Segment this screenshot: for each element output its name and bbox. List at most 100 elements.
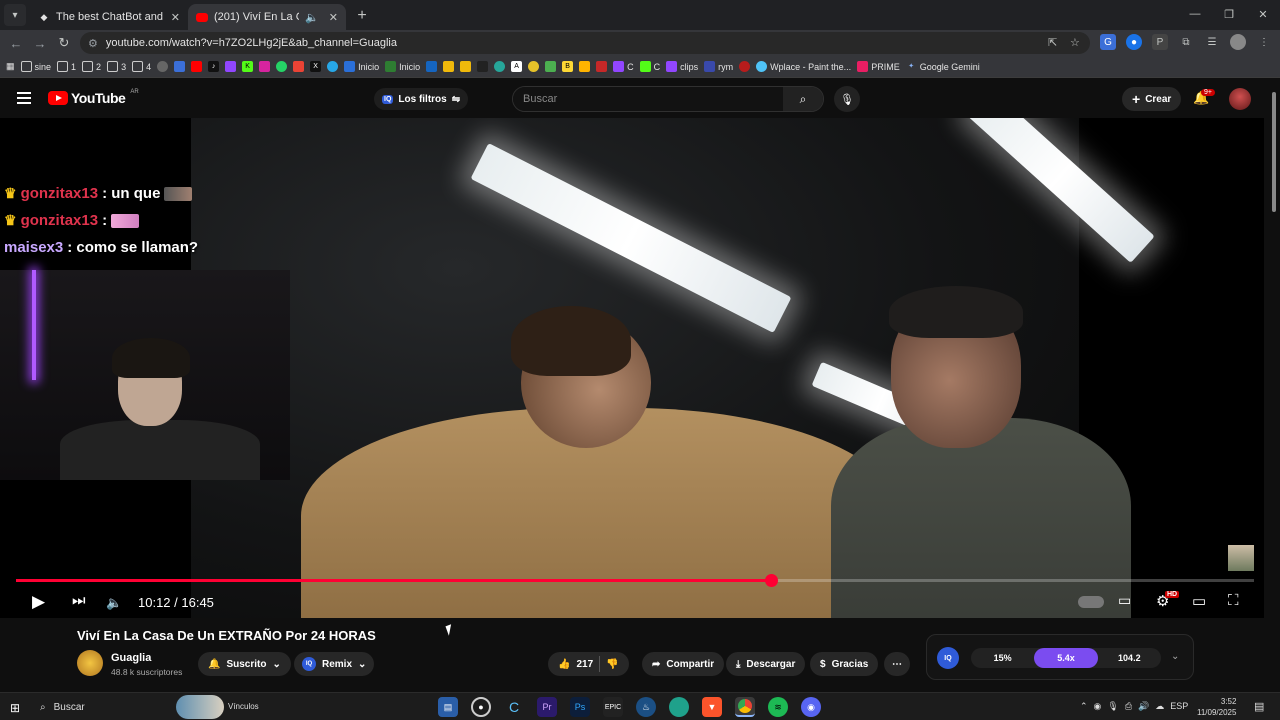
bookmark-folder-sine[interactable]: sine — [20, 61, 51, 72]
progress-bar[interactable] — [16, 574, 1254, 587]
scrollbar-thumb[interactable] — [1272, 92, 1276, 212]
extensions-puzzle-icon[interactable]: ⧉ — [1178, 34, 1194, 50]
epic-games-icon[interactable]: EPIC — [603, 697, 623, 717]
printer-tray-icon[interactable]: ⎙ — [1125, 701, 1132, 712]
widgets-button[interactable] — [176, 695, 224, 719]
volume-tray-icon[interactable]: 🔊 — [1138, 701, 1149, 712]
video-player[interactable]: ♛ gonzitax13 : un que ♛ gonzitax13 : mai… — [0, 118, 1264, 618]
taskbar-clock[interactable]: 3:52 11/09/2025 — [1197, 696, 1236, 718]
account-avatar[interactable] — [1229, 88, 1251, 110]
bookmark-folder-2[interactable]: 2 — [82, 61, 101, 72]
blue-extension-icon[interactable]: ● — [1126, 34, 1142, 50]
voice-search-button[interactable]: 🎙 — [834, 86, 860, 112]
windows-start-icon[interactable]: ⊞ — [10, 701, 20, 715]
bookmark-gemini[interactable]: ✦ Google Gemini — [906, 61, 979, 72]
iq-option-value[interactable]: 104.2 — [1098, 648, 1161, 668]
theater-mode-icon[interactable]: ▭ — [1192, 592, 1206, 610]
bookmark-folder-4[interactable]: 4 — [132, 61, 151, 72]
bookmark-icons[interactable]: ♪ K X — [157, 61, 339, 72]
bookmark-inicio-2[interactable]: Inicio — [385, 61, 420, 72]
new-tab-button[interactable]: + — [350, 4, 374, 28]
notification-center-icon[interactable]: ▤ — [1254, 700, 1264, 713]
close-window-button[interactable]: ✕ — [1246, 0, 1280, 28]
brave-icon[interactable]: ▼ — [702, 697, 722, 717]
cloud-tray-icon[interactable]: ☁ — [1155, 701, 1164, 712]
reading-list-icon[interactable]: ☰ — [1204, 34, 1220, 50]
bookmark-clips[interactable]: clips — [666, 61, 698, 72]
chevron-down-icon[interactable]: ⌄ — [1171, 651, 1179, 662]
taskbar-links[interactable]: Vínculos — [228, 702, 259, 711]
youtube-logo[interactable]: YouTube AR — [48, 89, 139, 106]
bookmark-red-circle[interactable] — [739, 61, 751, 72]
more-actions-button[interactable]: ⋯ — [884, 652, 910, 676]
mute-tab-icon[interactable]: 🔈 — [305, 11, 319, 24]
bookmark-wplace[interactable]: Wplace - Paint the... — [756, 61, 851, 72]
address-bar[interactable]: ⚙ youtube.com/watch?v=h7ZO2LHg2jE&ab_cha… — [80, 32, 1090, 54]
subscribed-button[interactable]: 🔔 Suscrito ⌄ — [198, 652, 291, 676]
chrome-icon[interactable] — [735, 697, 755, 717]
obs-icon[interactable]: ● — [471, 697, 491, 717]
close-tab-icon[interactable]: ✕ — [171, 11, 180, 24]
filters-button[interactable]: IQ Los filtros ⇋ — [374, 88, 469, 110]
close-tab-icon[interactable]: ✕ — [329, 11, 338, 24]
search-button[interactable]: ⌕ — [783, 87, 823, 111]
subtitles-icon[interactable]: ▭ — [1118, 592, 1131, 609]
page-scrollbar[interactable] — [1268, 80, 1280, 692]
site-info-icon[interactable]: ⚙ — [88, 37, 98, 50]
channel-watermark[interactable] — [1228, 545, 1254, 571]
search-input[interactable]: Buscar — [513, 87, 783, 111]
bookmark-star-icon[interactable]: ☆ — [1070, 36, 1080, 49]
clipchamp-icon[interactable]: C — [504, 697, 524, 717]
restore-button[interactable]: ❐ — [1212, 0, 1246, 28]
forward-button[interactable]: → — [28, 36, 52, 51]
steam-icon[interactable]: ♨ — [636, 697, 656, 717]
profile-avatar-icon[interactable] — [1230, 34, 1246, 50]
autoplay-toggle[interactable] — [1078, 596, 1104, 608]
bookmark-prime[interactable]: PRIME — [857, 61, 900, 72]
iq-option-speed[interactable]: 5.4x — [1034, 648, 1098, 668]
translate-extension-icon[interactable]: G — [1100, 34, 1116, 50]
show-hidden-icons-icon[interactable]: ⌃ — [1080, 701, 1088, 712]
create-button[interactable]: + Crear — [1122, 87, 1182, 111]
p-extension-icon[interactable]: P — [1152, 34, 1168, 50]
discord-tray-icon[interactable]: ◉ — [1094, 701, 1102, 712]
back-button[interactable]: ← — [4, 36, 28, 51]
share-button[interactable]: ➦ Compartir — [642, 652, 725, 676]
chrome-menu-icon[interactable]: ⋮ — [1256, 34, 1272, 50]
download-button[interactable]: ⤓ Descargar — [726, 652, 806, 676]
remix-button[interactable]: IQ Remix ⌄ — [294, 652, 375, 676]
tab-youtube[interactable]: (201) Viví En La Casa De Un 🔈 ✕ — [188, 4, 346, 30]
bookmark-c-2[interactable]: C — [639, 61, 660, 72]
edge-icon[interactable] — [669, 697, 689, 717]
thanks-button[interactable]: $ Gracias — [810, 652, 879, 676]
spotify-icon[interactable]: ≋ — [768, 697, 788, 717]
fullscreen-icon[interactable]: ⛶ — [1228, 592, 1239, 609]
minimize-button[interactable]: — — [1178, 0, 1212, 28]
cast-icon[interactable]: ⇱ — [1048, 36, 1057, 49]
reload-button[interactable]: ↻ — [52, 35, 76, 51]
photoshop-icon[interactable]: Ps — [570, 697, 590, 717]
menu-hamburger-icon[interactable] — [17, 92, 31, 104]
like-button[interactable]: 👍 217 — [558, 659, 593, 670]
play-button[interactable]: ▶ — [32, 592, 45, 612]
language-indicator[interactable]: ESP — [1170, 701, 1188, 712]
tab-chatbot[interactable]: ◆ The best ChatBot and Widgets ✕ — [30, 4, 188, 30]
volume-icon[interactable]: 🔈 — [106, 595, 122, 611]
microphone-tray-icon[interactable]: 🎙 — [1107, 701, 1118, 712]
channel-avatar[interactable] — [77, 650, 103, 676]
bookmark-folder-3[interactable]: 3 — [107, 61, 126, 72]
bookmark-c-1[interactable]: C — [613, 61, 634, 72]
bookmark-icons-2[interactable]: A B — [426, 61, 608, 72]
premiere-icon[interactable]: Pr — [537, 697, 557, 717]
dislike-button[interactable]: 👎 — [606, 659, 618, 670]
file-explorer-icon[interactable]: ▤ — [438, 697, 458, 717]
next-button[interactable]: ⏭ — [72, 592, 86, 609]
bookmark-inicio-1[interactable]: Inicio — [344, 61, 379, 72]
channel-name[interactable]: Guaglia — [111, 652, 151, 664]
bookmark-rym[interactable]: rym — [704, 61, 733, 72]
tab-search-icon[interactable]: ▾ — [4, 4, 26, 26]
apps-grid-icon[interactable]: ▦ — [6, 61, 15, 72]
discord-icon[interactable]: ◉ — [801, 697, 821, 717]
bookmark-folder-1[interactable]: 1 — [57, 61, 76, 72]
iq-option-percent[interactable]: 15% — [971, 648, 1034, 668]
